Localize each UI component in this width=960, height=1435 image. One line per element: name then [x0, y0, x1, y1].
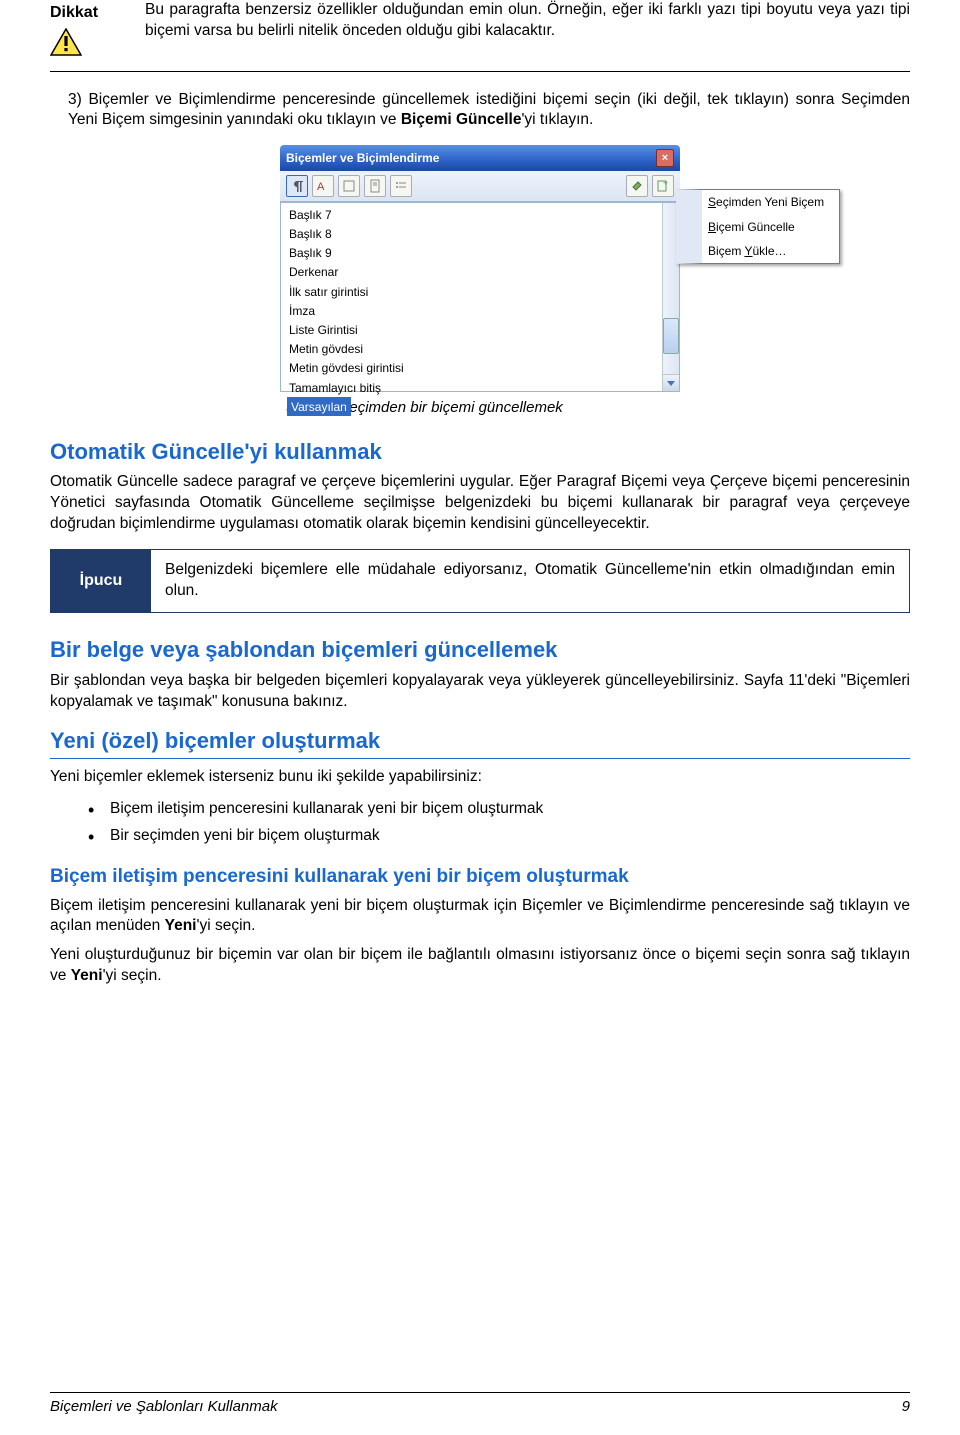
svg-text:A: A	[317, 181, 325, 193]
styles-window-figure: Biçemler ve Biçimlendirme × A + Başlık 7…	[50, 145, 910, 392]
dialog-p1: Biçem iletişim penceresini kullanarak ye…	[50, 896, 910, 938]
footer-title: Biçemleri ve Şablonları Kullanmak	[50, 1397, 278, 1417]
caution-text: Bu paragrafta benzersiz özellikler olduğ…	[145, 0, 910, 63]
list-item: Biçem iletişim penceresini kullanarak ye…	[88, 796, 910, 823]
warning-icon	[50, 28, 145, 63]
dialog-p2: Yeni oluşturduğunuz bir biçemin var olan…	[50, 945, 910, 987]
window-titlebar: Biçemler ve Biçimlendirme ×	[280, 145, 680, 171]
tip-label: İpucu	[51, 550, 151, 612]
scroll-down-icon[interactable]	[663, 374, 679, 391]
list-item[interactable]: Metin gövdesi	[287, 340, 679, 359]
list-item[interactable]: Başlık 8	[287, 225, 679, 244]
list-item[interactable]: Başlık 9	[287, 244, 679, 263]
heading-create-via-dialog: Biçem iletişim penceresini kullanarak ye…	[50, 864, 910, 890]
styles-window: Biçemler ve Biçimlendirme × A + Başlık 7…	[280, 145, 680, 392]
context-menu: Seçimden Yeni Biçem Biçemi Güncelle Biçe…	[676, 189, 840, 264]
list-item[interactable]: Liste Girintisi	[287, 320, 679, 339]
heading-update-from-template: Bir belge veya şablondan biçemleri günce…	[50, 635, 910, 665]
update-from-template-paragraph: Bir şablondan veya başka bir belgeden bi…	[50, 671, 910, 713]
auto-update-paragraph: Otomatik Güncelle sadece paragraf ve çer…	[50, 472, 910, 535]
step3-bold: Biçemi Güncelle	[401, 111, 522, 128]
menu-item-update-style[interactable]: Biçemi Güncelle	[702, 215, 839, 239]
page-number: 9	[902, 1397, 910, 1417]
paragraph-styles-icon[interactable]	[286, 175, 308, 197]
step3-paragraph: 3) Biçemler ve Biçimlendirme penceresind…	[68, 90, 910, 132]
styles-list[interactable]: Başlık 7 Başlık 8 Başlık 9 Derkenar İlk …	[280, 202, 680, 392]
scroll-thumb[interactable]	[663, 318, 679, 354]
tip-text: Belgenizdeki biçemlere elle müdahale edi…	[151, 550, 909, 612]
svg-text:+: +	[663, 179, 668, 188]
caution-left: Dikkat	[50, 0, 145, 63]
window-title: Biçemler ve Biçimlendirme	[286, 150, 439, 166]
menu-item-new-style[interactable]: Seçimden Yeni Biçem	[702, 190, 839, 214]
step3-text2: 'yi tıklayın.	[521, 111, 593, 128]
close-button[interactable]: ×	[656, 149, 674, 167]
create-new-intro: Yeni biçemler eklemek isterseniz bunu ik…	[50, 767, 910, 788]
list-item[interactable]: Derkenar	[287, 263, 679, 282]
styles-toolbar: A +	[280, 171, 680, 202]
new-style-from-selection-icon[interactable]: +	[652, 175, 674, 197]
heading-create-new-styles: Yeni (özel) biçemler oluşturmak	[50, 726, 910, 759]
char-styles-icon[interactable]: A	[312, 175, 334, 197]
frame-styles-icon[interactable]	[338, 175, 360, 197]
list-item[interactable]: Tamamlayıcı bitiş	[287, 378, 679, 397]
page-footer: Biçemleri ve Şablonları Kullanmak 9	[50, 1392, 910, 1417]
list-item[interactable]: İmza	[287, 301, 679, 320]
caution-label: Dikkat	[50, 2, 145, 24]
menu-item-load-style[interactable]: Biçem Yükle…	[702, 239, 839, 263]
list-item-selected[interactable]: Varsayılan	[287, 397, 351, 416]
tip-box: İpucu Belgenizdeki biçemlere elle müdaha…	[50, 549, 910, 613]
page-styles-icon[interactable]	[364, 175, 386, 197]
list-styles-icon[interactable]	[390, 175, 412, 197]
list-item[interactable]: İlk satır girintisi	[287, 282, 679, 301]
create-new-list: Biçem iletişim penceresini kullanarak ye…	[88, 796, 910, 850]
caution-box: Dikkat Bu paragrafta benzersiz özellikle…	[50, 0, 910, 72]
heading-auto-update: Otomatik Güncelle'yi kullanmak	[50, 437, 910, 467]
list-item[interactable]: Metin gövdesi girintisi	[287, 359, 679, 378]
list-item: Bir seçimden yeni bir biçem oluşturmak	[88, 823, 910, 850]
fill-format-icon[interactable]	[626, 175, 648, 197]
step3-num: 3)	[68, 91, 82, 108]
list-item[interactable]: Başlık 7	[287, 205, 679, 224]
